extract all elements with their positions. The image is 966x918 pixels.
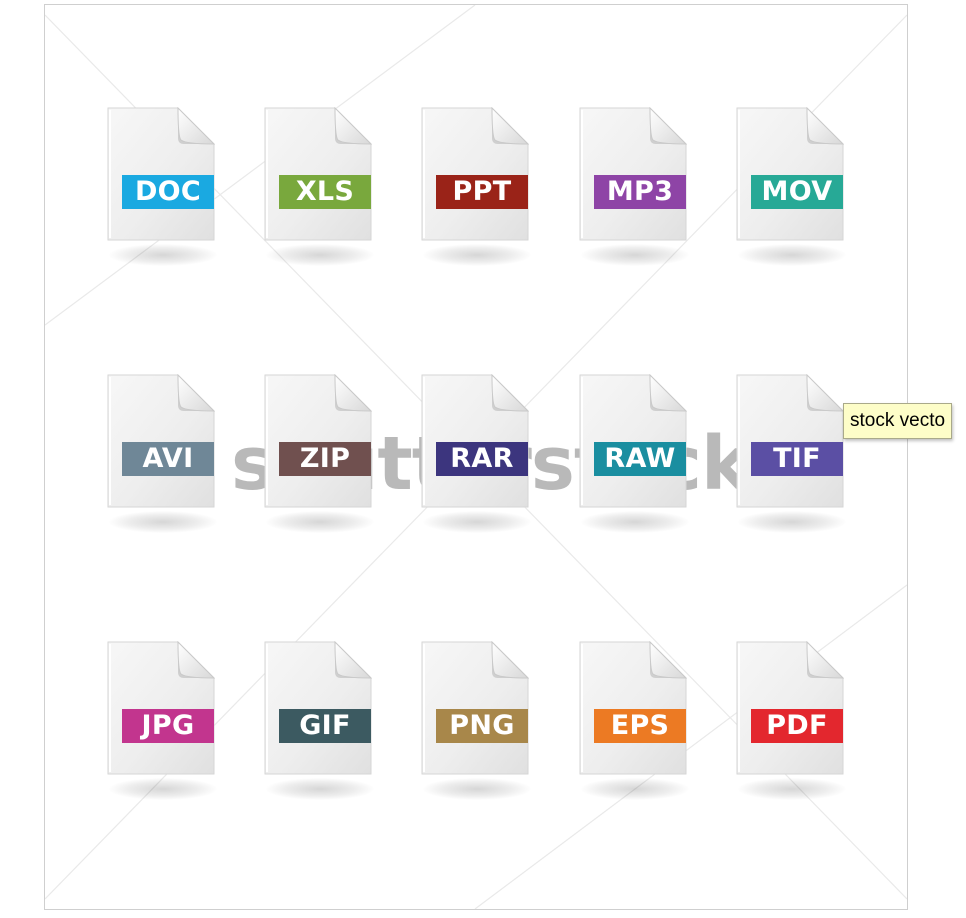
file-type-label: TIF	[751, 442, 843, 476]
file-type-label: RAW	[594, 442, 686, 476]
document-page-icon	[107, 641, 215, 775]
file-type-label: PDF	[751, 709, 843, 743]
document-page-icon	[421, 107, 529, 241]
tif-file-icon: TIF	[736, 374, 848, 544]
icon-shadow	[581, 778, 689, 800]
jpg-file-icon: JPG	[107, 641, 219, 811]
icon-shadow	[738, 778, 846, 800]
gif-file-icon: GIF	[264, 641, 376, 811]
file-type-label: AVI	[122, 442, 214, 476]
file-type-label: JPG	[122, 709, 214, 743]
icon-shadow	[423, 511, 531, 533]
mp3-file-icon: MP3	[579, 107, 691, 277]
document-page-icon	[264, 107, 372, 241]
mov-file-icon: MOV	[736, 107, 848, 277]
document-page-icon	[736, 374, 844, 508]
tooltip: stock vecto	[843, 403, 953, 439]
document-page-icon	[421, 374, 529, 508]
file-type-label: PPT	[436, 175, 528, 209]
file-type-label: MOV	[751, 175, 843, 209]
document-page-icon	[107, 107, 215, 241]
file-type-label: EPS	[594, 709, 686, 743]
rar-file-icon: RAR	[421, 374, 533, 544]
ppt-file-icon: PPT	[421, 107, 533, 277]
icon-shadow	[423, 778, 531, 800]
document-page-icon	[579, 641, 687, 775]
pdf-file-icon: PDF	[736, 641, 848, 811]
document-page-icon	[736, 641, 844, 775]
file-type-label: ZIP	[279, 442, 371, 476]
icon-shadow	[423, 244, 531, 266]
document-page-icon	[736, 107, 844, 241]
icon-shadow	[109, 511, 217, 533]
zip-file-icon: ZIP	[264, 374, 376, 544]
icon-shadow	[266, 511, 374, 533]
icon-shadow	[738, 511, 846, 533]
icon-shadow	[581, 244, 689, 266]
xls-file-icon: XLS	[264, 107, 376, 277]
document-page-icon	[264, 641, 372, 775]
document-page-icon	[579, 374, 687, 508]
icon-shadow	[738, 244, 846, 266]
file-type-label: DOC	[122, 175, 214, 209]
document-page-icon	[107, 374, 215, 508]
document-page-icon	[264, 374, 372, 508]
file-type-label: GIF	[279, 709, 371, 743]
document-page-icon	[421, 641, 529, 775]
png-file-icon: PNG	[421, 641, 533, 811]
document-page-icon	[579, 107, 687, 241]
doc-file-icon: DOC	[107, 107, 219, 277]
icon-shadow	[266, 244, 374, 266]
icon-shadow	[581, 511, 689, 533]
file-type-label: XLS	[279, 175, 371, 209]
icon-shadow	[109, 778, 217, 800]
avi-file-icon: AVI	[107, 374, 219, 544]
file-type-label: PNG	[436, 709, 528, 743]
eps-file-icon: EPS	[579, 641, 691, 811]
icon-shadow	[109, 244, 217, 266]
icon-shadow	[266, 778, 374, 800]
raw-file-icon: RAW	[579, 374, 691, 544]
file-type-label: RAR	[436, 442, 528, 476]
file-type-label: MP3	[594, 175, 686, 209]
